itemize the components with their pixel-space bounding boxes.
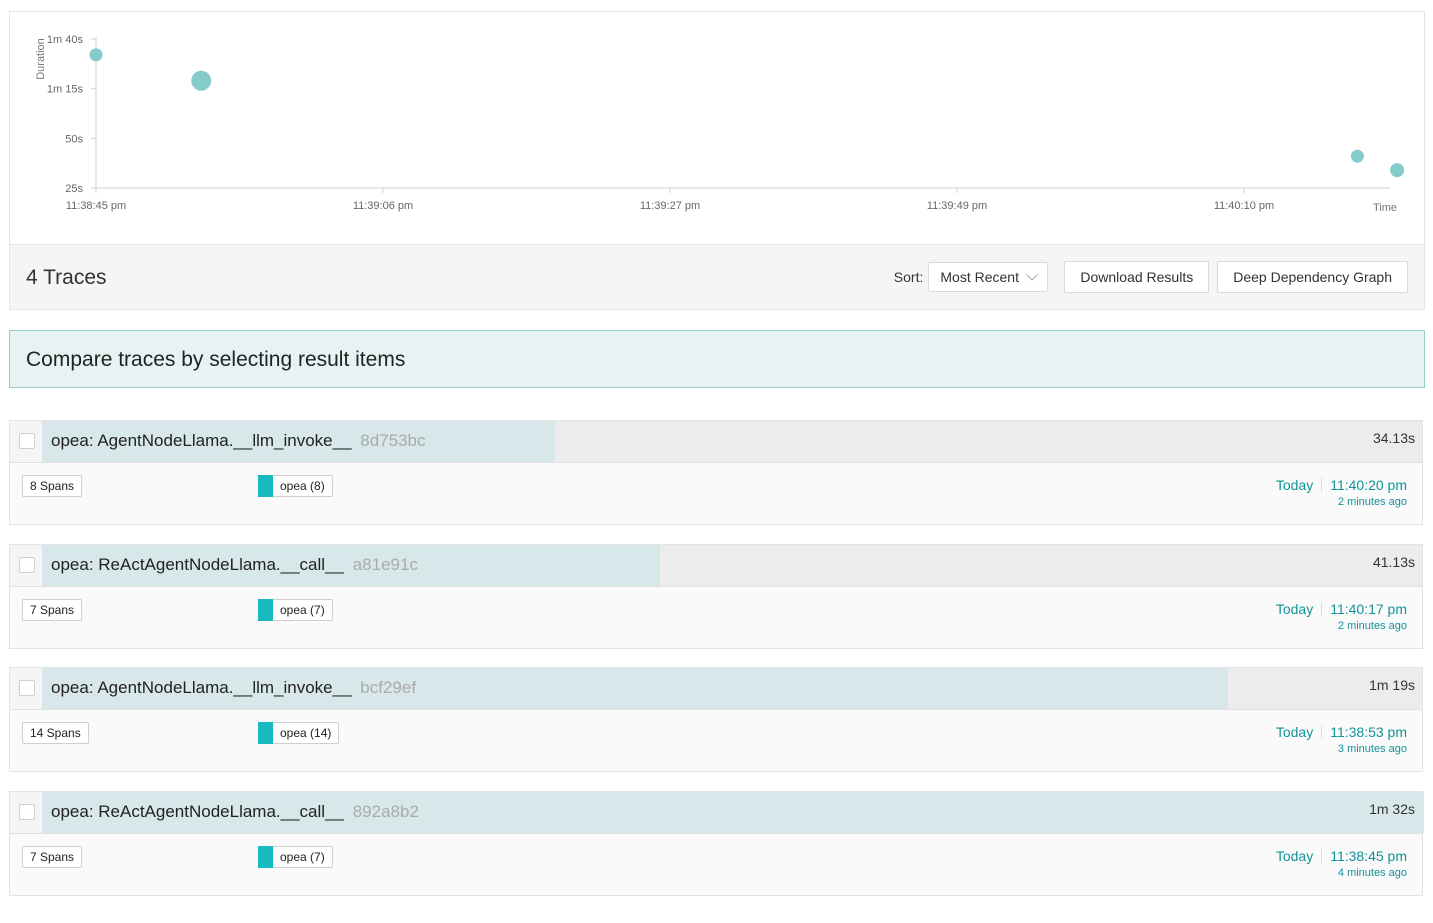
trace-result-item[interactable]: opea: ReActAgentNodeLlama.__call__ 892a8…: [9, 791, 1424, 896]
trace-header[interactable]: opea: AgentNodeLlama.__llm_invoke__ bcf2…: [10, 668, 1422, 710]
span-count-badge: 7 Spans: [22, 846, 83, 868]
trace-name: opea: ReActAgentNodeLlama.__call__: [51, 555, 344, 574]
trace-id: 892a8b2: [352, 802, 419, 821]
scatter-plot-panel: 25s 50s 1m 15s 1m 40s 11:38:45 pm 11:39:06 pm…: [9, 11, 1425, 245]
trace-name: opea: AgentNodeLlama.__llm_invoke__: [51, 431, 352, 450]
checkbox-cell: [10, 545, 42, 586]
trace-result-item[interactable]: opea: ReActAgentNodeLlama.__call__ a81e9…: [9, 544, 1423, 649]
span-count-badge: 8 Spans: [22, 475, 83, 497]
span-count-badge: 7 Spans: [22, 599, 83, 621]
y-tick-label: 25s: [65, 183, 83, 195]
trace-time: 11:40:20 pm: [1330, 477, 1407, 493]
trace-time: 11:38:53 pm: [1330, 724, 1407, 740]
download-results-button[interactable]: Download Results: [1064, 261, 1210, 293]
trace-day: Today: [1275, 724, 1314, 740]
trace-id: a81e91c: [352, 555, 418, 574]
trace-point: [191, 70, 212, 91]
trace-duration: 34.13s: [1372, 430, 1415, 446]
trace-select-checkbox[interactable]: [19, 804, 35, 820]
trace-header[interactable]: opea: AgentNodeLlama.__llm_invoke__ 8d75…: [10, 421, 1422, 463]
scatter-plot: 25s 50s 1m 15s 1m 40s 11:38:45 pm 11:39:06 pm…: [35, 34, 1405, 214]
trace-relative-time: 2 minutes ago: [1337, 496, 1407, 508]
trace-duration: 1m 32s: [1369, 801, 1415, 817]
trace-day: Today: [1275, 848, 1314, 864]
sort-value: Most Recent: [940, 269, 1019, 285]
service-label: opea (7): [280, 603, 325, 617]
results-controls: Sort: Most Recent Download Results Deep …: [894, 261, 1408, 293]
trace-point: [89, 48, 103, 62]
span-count-badge: 14 Spans: [22, 722, 89, 744]
trace-result-item[interactable]: opea: AgentNodeLlama.__llm_invoke__ 8d75…: [9, 420, 1423, 525]
service-label: opea (14): [280, 726, 332, 740]
sort-label: Sort:: [893, 269, 924, 285]
trace-duration: 41.13s: [1372, 554, 1415, 570]
checkbox-cell: [10, 421, 42, 462]
service-label: opea (8): [280, 479, 325, 493]
trace-title[interactable]: opea: AgentNodeLlama.__llm_invoke__ bcf2…: [51, 678, 416, 698]
divider: [1321, 478, 1323, 492]
sort-select[interactable]: Most Recent: [928, 262, 1049, 292]
x-tick-label: 11:39:06 pm: [353, 200, 413, 212]
trace-title[interactable]: opea: ReActAgentNodeLlama.__call__ 892a8…: [51, 802, 419, 822]
trace-day: Today: [1275, 477, 1314, 493]
service-tag: opea (7): [258, 846, 333, 868]
trace-result-item[interactable]: opea: AgentNodeLlama.__llm_invoke__ bcf2…: [9, 667, 1423, 772]
y-tick-label: 1m 15s: [47, 84, 84, 96]
x-axis-title: Time: [1373, 202, 1397, 214]
service-tag: opea (7): [258, 599, 333, 621]
trace-relative-time: 4 minutes ago: [1337, 867, 1407, 879]
trace-relative-time: 3 minutes ago: [1337, 743, 1407, 755]
compare-text: Compare traces by selecting result items: [26, 348, 406, 371]
service-tag: opea (14): [258, 722, 340, 744]
trace-timestamp: Today 11:38:45 pm 4 minutes ago: [1276, 848, 1407, 879]
trace-point: [1390, 163, 1405, 178]
divider: [1321, 725, 1323, 739]
trace-name: opea: ReActAgentNodeLlama.__call__: [51, 802, 344, 821]
trace-header[interactable]: opea: ReActAgentNodeLlama.__call__ 892a8…: [10, 792, 1424, 834]
x-tick-label: 11:38:45 pm: [66, 200, 126, 212]
chevron-down-icon: [1026, 269, 1039, 281]
trace-duration: 1m 19s: [1369, 677, 1415, 693]
y-axis-title: Duration: [35, 38, 47, 80]
y-tick-label: 50s: [65, 133, 83, 145]
trace-timestamp: Today 11:40:17 pm 2 minutes ago: [1276, 601, 1407, 632]
trace-title[interactable]: opea: ReActAgentNodeLlama.__call__ a81e9…: [51, 555, 418, 575]
service-label: opea (7): [280, 850, 325, 864]
compare-banner: Compare traces by selecting result items: [9, 330, 1425, 388]
trace-timestamp: Today 11:38:53 pm 3 minutes ago: [1276, 724, 1407, 755]
checkbox-cell: [10, 792, 42, 833]
traces-count: 4 Traces: [26, 266, 107, 289]
trace-id: 8d753bc: [360, 431, 426, 450]
service-color-swatch: [258, 599, 273, 621]
service-color-swatch: [258, 722, 273, 744]
trace-name: opea: AgentNodeLlama.__llm_invoke__: [51, 678, 352, 697]
y-tick-label: 1m 40s: [47, 34, 84, 46]
x-tick-label: 11:40:10 pm: [1214, 200, 1274, 212]
service-color-swatch: [258, 475, 273, 497]
trace-id: bcf29ef: [360, 678, 417, 697]
trace-select-checkbox[interactable]: [19, 557, 35, 573]
trace-timestamp: Today 11:40:20 pm 2 minutes ago: [1276, 477, 1407, 508]
divider: [1321, 849, 1323, 863]
trace-time: 11:38:45 pm: [1330, 848, 1407, 864]
trace-day: Today: [1275, 601, 1314, 617]
trace-title[interactable]: opea: AgentNodeLlama.__llm_invoke__ 8d75…: [51, 431, 426, 451]
trace-select-checkbox[interactable]: [19, 433, 35, 449]
divider: [1321, 602, 1323, 616]
trace-header[interactable]: opea: ReActAgentNodeLlama.__call__ a81e9…: [10, 545, 1422, 587]
trace-point: [1350, 149, 1364, 163]
x-tick-label: 11:39:49 pm: [927, 200, 987, 212]
trace-time: 11:40:17 pm: [1330, 601, 1407, 617]
checkbox-cell: [10, 668, 42, 709]
results-header: 4 Traces Sort: Most Recent Download Resu…: [9, 244, 1425, 310]
x-tick-label: 11:39:27 pm: [640, 200, 700, 212]
trace-relative-time: 2 minutes ago: [1337, 620, 1407, 632]
service-color-swatch: [258, 846, 273, 868]
service-tag: opea (8): [258, 475, 333, 497]
deep-dependency-graph-button[interactable]: Deep Dependency Graph: [1217, 261, 1408, 293]
trace-select-checkbox[interactable]: [19, 680, 35, 696]
